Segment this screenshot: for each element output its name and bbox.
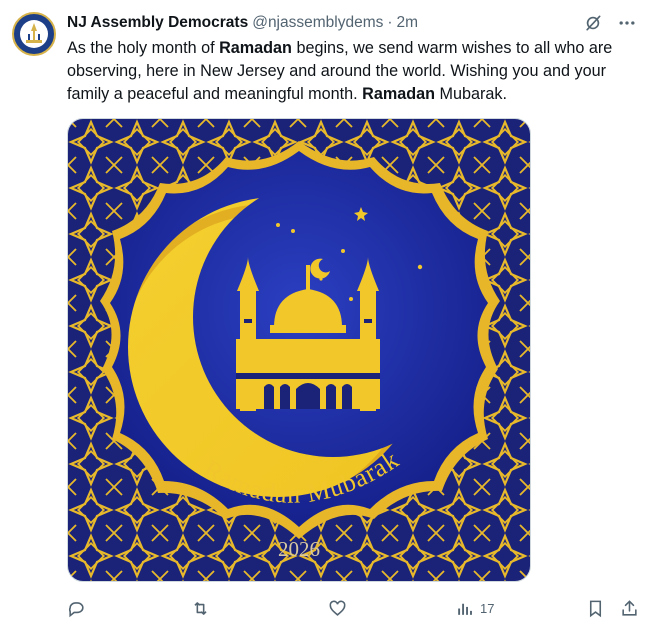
retweet-button[interactable] (191, 599, 210, 618)
retweet-icon (194, 601, 207, 615)
more-options-icon[interactable] (617, 13, 637, 33)
tweet-image[interactable]: Ramadan Mubarak 2026 (67, 118, 531, 582)
share-button[interactable] (620, 599, 639, 618)
author-handle[interactable]: @njassemblydems (252, 14, 383, 32)
share-icon (622, 599, 637, 616)
timestamp[interactable]: 2m (397, 14, 419, 32)
like-button[interactable] (328, 599, 347, 618)
assembly-seal-icon (15, 15, 53, 53)
analytics-icon (458, 603, 472, 615)
tweet-actions: 17 (67, 594, 642, 622)
tweet-text: As the holy month of Ramadan begins, we … (67, 37, 647, 106)
grok-icon[interactable] (583, 13, 603, 33)
tweet-text-bold: Ramadan (362, 85, 436, 103)
author-name[interactable]: NJ Assembly Democrats (67, 14, 248, 32)
tweet-text-segment: As the holy month of (67, 39, 220, 57)
reply-icon (68, 601, 84, 617)
heart-icon (329, 600, 346, 616)
tweet-text-bold: Ramadan (219, 39, 292, 57)
avatar[interactable] (12, 12, 56, 56)
bookmark-icon (589, 600, 602, 617)
views-button[interactable]: 17 (455, 599, 494, 618)
reply-button[interactable] (67, 599, 86, 618)
year-label: 2026 (278, 537, 320, 561)
tweet-header: NJ Assembly Democrats @njassemblydems · … (67, 12, 637, 34)
ramadan-illustration: Ramadan Mubarak 2026 (68, 119, 530, 581)
views-count: 17 (480, 600, 495, 616)
separator-dot: · (387, 14, 393, 31)
bookmark-button[interactable] (586, 599, 605, 618)
tweet-text-segment: Mubarak. (435, 85, 508, 103)
